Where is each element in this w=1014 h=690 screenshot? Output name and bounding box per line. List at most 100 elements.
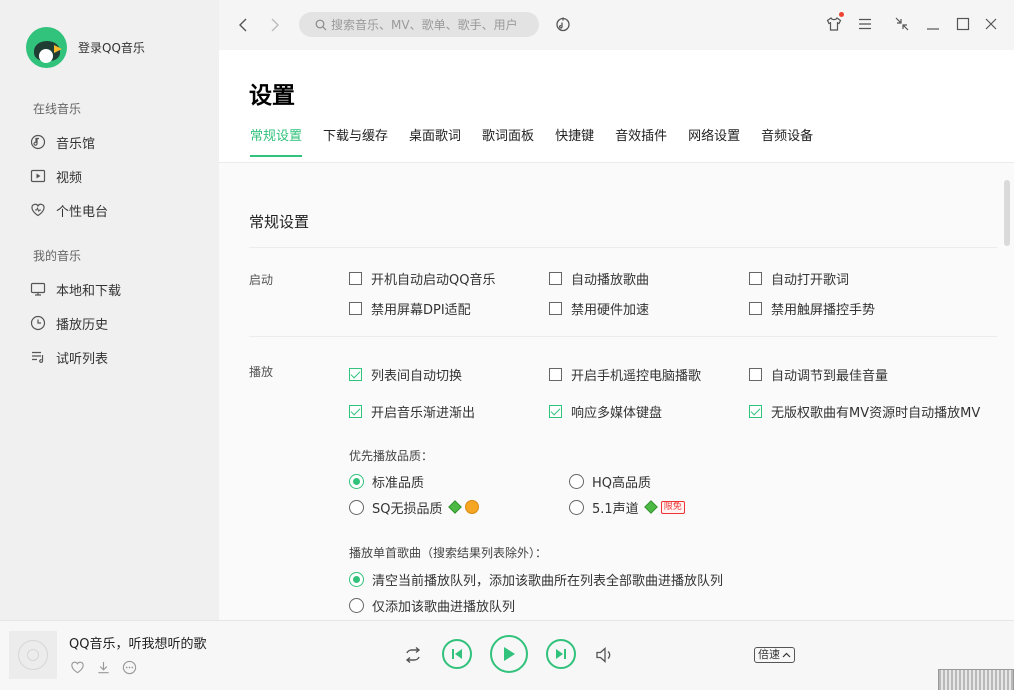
maximize-icon bbox=[956, 17, 970, 31]
playlist-icon bbox=[32, 351, 44, 363]
checkbox-box[interactable] bbox=[349, 367, 362, 381]
checkbox-box[interactable] bbox=[749, 301, 762, 315]
avatar[interactable] bbox=[26, 27, 67, 68]
radio-5-1-channel[interactable]: 5.1声道 限免 bbox=[569, 498, 685, 517]
sidebar-item-music-hall[interactable]: 音乐馆 bbox=[30, 132, 95, 152]
radio-add-song-only[interactable]: 仅添加该歌曲进播放队列 bbox=[349, 596, 516, 615]
radio-label: HQ高品质 bbox=[592, 475, 652, 491]
checkbox-label: 列表间自动切换 bbox=[371, 368, 463, 384]
loop-mode-button[interactable] bbox=[402, 645, 424, 665]
sidebar-item-label: 音乐馆 bbox=[56, 136, 96, 152]
radio-label: 清空当前播放队列，添加该歌曲所在列表全部歌曲进播放队列 bbox=[372, 573, 724, 589]
checkbox-list-auto-switch[interactable]: 列表间自动切换 bbox=[349, 365, 463, 384]
login-area[interactable]: 登录QQ音乐 bbox=[26, 27, 145, 68]
tab-shortcuts[interactable]: 快捷键 bbox=[555, 125, 594, 157]
volume-button[interactable] bbox=[594, 645, 616, 665]
checkbox-fade-in-out[interactable]: 开启音乐渐进渐出 bbox=[349, 402, 475, 421]
maximize-button[interactable] bbox=[954, 15, 972, 33]
checkbox-auto-lyrics[interactable]: 自动打开歌词 bbox=[749, 269, 849, 288]
previous-button[interactable] bbox=[442, 639, 472, 669]
song-title[interactable]: QQ音乐，听我想听的歌 bbox=[69, 633, 206, 652]
download-button[interactable] bbox=[95, 659, 111, 675]
checkbox-disable-dpi[interactable]: 禁用屏幕DPI适配 bbox=[349, 299, 471, 318]
vip-coin-icon bbox=[464, 500, 479, 514]
radio-label: 5.1声道 bbox=[592, 501, 639, 517]
more-button[interactable] bbox=[121, 659, 137, 675]
play-button[interactable] bbox=[490, 635, 528, 673]
sidebar-item-trial-list[interactable]: 试听列表 bbox=[30, 347, 108, 367]
checkbox-auto-start[interactable]: 开机自动启动QQ音乐 bbox=[349, 269, 496, 288]
back-button[interactable] bbox=[235, 15, 251, 35]
checkbox-disable-hw-accel[interactable]: 禁用硬件加速 bbox=[549, 299, 649, 318]
tab-audio-device[interactable]: 音频设备 bbox=[761, 125, 813, 157]
tab-network[interactable]: 网络设置 bbox=[688, 125, 740, 157]
video-icon bbox=[30, 169, 46, 183]
tab-sound-plugins[interactable]: 音效插件 bbox=[615, 125, 667, 157]
radio-hq-quality[interactable]: HQ高品质 bbox=[569, 472, 652, 491]
settings-tabs: 常规设置 下载与缓存 桌面歌词 歌词面板 快捷键 音效插件 网络设置 音频设备 bbox=[250, 125, 834, 157]
page-title: 设置 bbox=[249, 83, 295, 109]
sidebar: 登录QQ音乐 在线音乐 音乐馆 视频 个性电台 我的音乐 本地和下载 播放历史 … bbox=[0, 0, 219, 620]
checkbox-phone-remote[interactable]: 开启手机遥控电脑播歌 bbox=[549, 365, 701, 384]
radio-dot[interactable] bbox=[569, 499, 584, 515]
quality-label: 优先播放品质： bbox=[349, 449, 434, 463]
forward-button[interactable] bbox=[267, 15, 283, 35]
like-button[interactable] bbox=[69, 659, 85, 675]
checkbox-box[interactable] bbox=[349, 301, 362, 315]
sidebar-item-play-history[interactable]: 播放历史 bbox=[30, 313, 108, 333]
radio-label: SQ无损品质 bbox=[372, 501, 443, 517]
tab-general[interactable]: 常规设置 bbox=[250, 125, 303, 157]
skin-button[interactable] bbox=[825, 12, 844, 33]
checkbox-label: 响应多媒体键盘 bbox=[571, 405, 663, 421]
checkbox-auto-volume[interactable]: 自动调节到最佳音量 bbox=[749, 365, 888, 384]
minimize-button[interactable] bbox=[924, 15, 942, 33]
sidebar-item-video[interactable]: 视频 bbox=[30, 166, 82, 186]
login-label[interactable]: 登录QQ音乐 bbox=[78, 39, 145, 56]
next-icon bbox=[556, 649, 566, 659]
radio-sq-quality[interactable]: SQ无损品质 bbox=[349, 498, 479, 517]
checkbox-label: 禁用屏幕DPI适配 bbox=[371, 302, 471, 318]
checkbox-box[interactable] bbox=[749, 367, 762, 381]
radio-dot[interactable] bbox=[569, 473, 584, 489]
next-button[interactable] bbox=[546, 639, 576, 669]
checkbox-disable-touch-gesture[interactable]: 禁用触屏播控手势 bbox=[749, 299, 875, 318]
search-box[interactable] bbox=[299, 12, 539, 37]
checkbox-auto-play[interactable]: 自动播放歌曲 bbox=[549, 269, 649, 288]
playback-speed-button[interactable]: 倍速 bbox=[754, 647, 795, 663]
checkbox-auto-mv[interactable]: 无版权歌曲有MV资源时自动播放MV bbox=[749, 402, 981, 421]
album-cover[interactable] bbox=[9, 631, 57, 679]
checkbox-box[interactable] bbox=[549, 271, 562, 285]
radio-label: 仅添加该歌曲进播放队列 bbox=[372, 599, 516, 615]
checkbox-box[interactable] bbox=[549, 404, 562, 418]
checkbox-label: 开机自动启动QQ音乐 bbox=[371, 272, 496, 288]
free-badge: 限免 bbox=[660, 500, 685, 514]
scrollbar[interactable] bbox=[1004, 180, 1010, 246]
search-input[interactable] bbox=[331, 17, 521, 32]
checkbox-box[interactable] bbox=[749, 404, 762, 418]
checkbox-box[interactable] bbox=[349, 404, 362, 418]
shrink-icon bbox=[895, 17, 909, 31]
close-button[interactable] bbox=[982, 15, 1000, 33]
radio-standard-quality[interactable]: 标准品质 bbox=[349, 472, 424, 491]
radio-replace-queue[interactable]: 清空当前播放队列，添加该歌曲所在列表全部歌曲进播放队列 bbox=[349, 570, 724, 589]
radio-dot[interactable] bbox=[349, 473, 364, 489]
menu-button[interactable] bbox=[856, 15, 874, 33]
sidebar-item-radio[interactable]: 个性电台 bbox=[30, 200, 108, 220]
radio-dot[interactable] bbox=[349, 499, 364, 515]
checkbox-box[interactable] bbox=[749, 271, 762, 285]
checkbox-box[interactable] bbox=[549, 301, 562, 315]
sidebar-item-local-download[interactable]: 本地和下载 bbox=[30, 279, 121, 299]
checkbox-label: 无版权歌曲有MV资源时自动播放MV bbox=[771, 405, 981, 421]
online-music-section-title: 在线音乐 bbox=[33, 102, 82, 116]
checkbox-box[interactable] bbox=[549, 367, 562, 381]
tab-lyrics-panel[interactable]: 歌词面板 bbox=[482, 125, 534, 157]
tab-desktop-lyrics[interactable]: 桌面歌词 bbox=[409, 125, 461, 157]
listen-recognize-button[interactable] bbox=[554, 15, 572, 33]
sidebar-item-label: 本地和下载 bbox=[56, 283, 122, 299]
checkbox-media-keys[interactable]: 响应多媒体键盘 bbox=[549, 402, 663, 421]
tab-download-cache[interactable]: 下载与缓存 bbox=[323, 125, 388, 157]
mini-mode-button[interactable] bbox=[893, 15, 911, 33]
radio-dot[interactable] bbox=[349, 597, 364, 613]
checkbox-box[interactable] bbox=[349, 271, 362, 285]
radio-dot[interactable] bbox=[349, 571, 364, 587]
